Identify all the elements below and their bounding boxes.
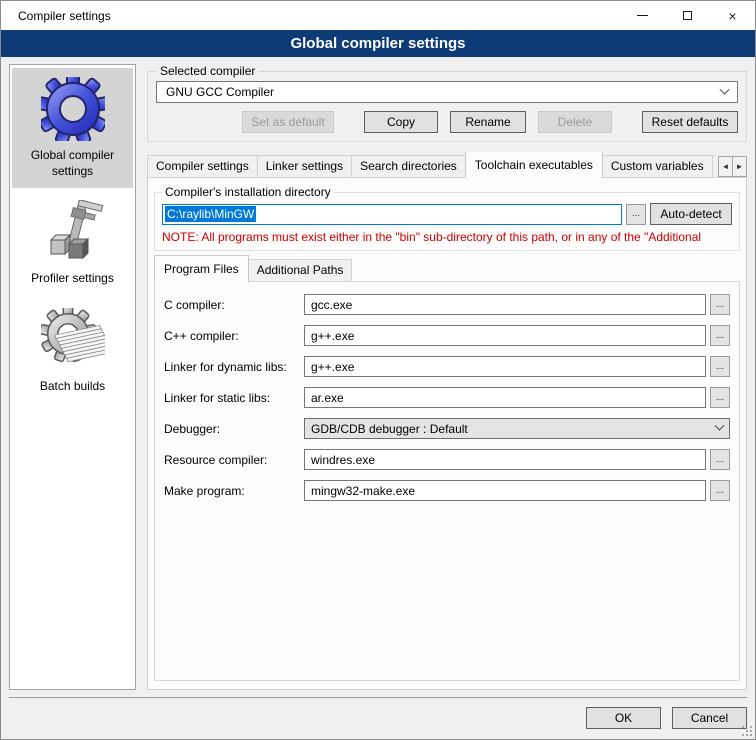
bin-subdirectory-note: NOTE: All programs must exist either in … — [162, 230, 732, 244]
ok-button[interactable]: OK — [586, 707, 661, 729]
sidebar-item-batch-builds[interactable]: Batch builds — [12, 299, 133, 404]
sidebar-item-label: Batch builds — [40, 379, 105, 395]
chevron-down-icon — [715, 421, 725, 431]
resource-compiler-label: Resource compiler: — [164, 453, 304, 467]
installation-directory-input[interactable]: C:\raylib\MinGW — [162, 204, 622, 225]
sidebar-item-global-compiler-settings[interactable]: Global compiler settings — [12, 68, 133, 188]
debugger-combobox[interactable]: GDB/CDB debugger : Default — [304, 418, 730, 439]
auto-detect-button[interactable]: Auto-detect — [650, 203, 732, 225]
maximize-icon — [683, 11, 692, 20]
make-program-browse-button[interactable]: ... — [710, 480, 730, 501]
resource-compiler-browse-button[interactable]: ... — [710, 449, 730, 470]
caliper-icon — [41, 200, 105, 264]
installation-directory-group-label: Compiler's installation directory — [162, 185, 334, 199]
installation-directory-group: Compiler's installation directory C:\ray… — [154, 185, 740, 251]
set-as-default-button[interactable]: Set as default — [242, 111, 334, 133]
static-linker-browse-button[interactable]: ... — [710, 387, 730, 408]
compiler-settings-dialog: Compiler settings × Global compiler sett… — [0, 0, 756, 740]
resource-compiler-input[interactable] — [304, 449, 706, 470]
static-linker-row: Linker for static libs: ... — [164, 387, 730, 408]
dynamic-linker-browse-button[interactable]: ... — [710, 356, 730, 377]
program-files-panel: C compiler: ... C++ compiler: ... Linker — [154, 281, 740, 681]
dynamic-linker-label: Linker for dynamic libs: — [164, 360, 304, 374]
close-button[interactable]: × — [710, 1, 755, 30]
debugger-label: Debugger: — [164, 422, 304, 436]
window-controls: × — [620, 1, 755, 30]
title-bar: Compiler settings × — [1, 1, 755, 30]
cancel-button[interactable]: Cancel — [672, 707, 747, 729]
maximize-button[interactable] — [665, 1, 710, 30]
selected-compiler-combobox[interactable]: GNU GCC Compiler — [156, 81, 738, 103]
dynamic-linker-input[interactable] — [304, 356, 706, 377]
cpp-compiler-row: C++ compiler: ... — [164, 325, 730, 346]
dialog-footer: OK Cancel — [9, 698, 747, 729]
settings-tab-strip: Compiler settings Linker settings Search… — [147, 152, 747, 178]
tab-scroll-right-button[interactable]: ► — [732, 156, 747, 177]
installation-directory-selected-text: C:\raylib\MinGW — [165, 206, 256, 222]
tab-linker-settings[interactable]: Linker settings — [257, 155, 352, 178]
gray-gear-stack-icon — [41, 308, 105, 372]
toolchain-executables-page: Compiler's installation directory C:\ray… — [147, 177, 747, 690]
cpp-compiler-label: C++ compiler: — [164, 329, 304, 343]
banner-title: Global compiler settings — [290, 35, 465, 52]
blue-gear-icon — [41, 77, 105, 141]
installation-directory-browse-button[interactable]: ... — [626, 204, 646, 225]
tab-compiler-settings[interactable]: Compiler settings — [147, 155, 258, 178]
programs-notebook: Program Files Additional Paths C compile… — [154, 258, 740, 681]
tab-additional-paths[interactable]: Additional Paths — [248, 259, 353, 282]
selected-compiler-group: Selected compiler GNU GCC Compiler Set a… — [147, 64, 747, 142]
make-program-row: Make program: ... — [164, 480, 730, 501]
static-linker-label: Linker for static libs: — [164, 391, 304, 405]
window-title: Compiler settings — [1, 9, 111, 23]
debugger-value: GDB/CDB debugger : Default — [311, 422, 468, 436]
make-program-label: Make program: — [164, 484, 304, 498]
minimize-button[interactable] — [620, 1, 665, 30]
selected-compiler-value: GNU GCC Compiler — [166, 85, 274, 99]
selected-compiler-group-label: Selected compiler — [157, 64, 258, 78]
tab-scroll-buttons: ◄ ► — [719, 156, 747, 177]
rename-button[interactable]: Rename — [450, 111, 526, 133]
sidebar-item-label: Profiler settings — [31, 271, 114, 287]
delete-button[interactable]: Delete — [538, 111, 612, 133]
dialog-banner: Global compiler settings — [1, 30, 755, 57]
cpp-compiler-input[interactable] — [304, 325, 706, 346]
tab-custom-variables[interactable]: Custom variables — [602, 155, 713, 178]
resource-compiler-row: Resource compiler: ... — [164, 449, 730, 470]
copy-button[interactable]: Copy — [364, 111, 438, 133]
c-compiler-browse-button[interactable]: ... — [710, 294, 730, 315]
sidebar-item-profiler-settings[interactable]: Profiler settings — [12, 191, 133, 296]
compiler-buttons-row: Set as default Copy Rename Delete Reset … — [156, 111, 738, 133]
static-linker-input[interactable] — [304, 387, 706, 408]
tab-scroll-left-button[interactable]: ◄ — [718, 156, 733, 177]
minimize-icon — [637, 15, 648, 16]
resize-grip[interactable] — [742, 726, 752, 736]
cpp-compiler-browse-button[interactable]: ... — [710, 325, 730, 346]
tab-program-files[interactable]: Program Files — [154, 255, 249, 283]
tab-search-directories[interactable]: Search directories — [351, 155, 466, 178]
c-compiler-label: C compiler: — [164, 298, 304, 312]
dynamic-linker-row: Linker for dynamic libs: ... — [164, 356, 730, 377]
make-program-input[interactable] — [304, 480, 706, 501]
sidebar-item-label: Global compiler settings — [14, 148, 131, 179]
tab-toolchain-executables[interactable]: Toolchain executables — [465, 152, 603, 178]
settings-category-list: Global compiler settings — [9, 64, 136, 690]
c-compiler-row: C compiler: ... — [164, 294, 730, 315]
tab-build-truncated[interactable]: Builc — [712, 155, 716, 178]
reset-defaults-button[interactable]: Reset defaults — [642, 111, 738, 133]
close-icon: × — [728, 9, 736, 23]
debugger-row: Debugger: GDB/CDB debugger : Default — [164, 418, 730, 439]
c-compiler-input[interactable] — [304, 294, 706, 315]
chevron-down-icon — [720, 84, 730, 94]
